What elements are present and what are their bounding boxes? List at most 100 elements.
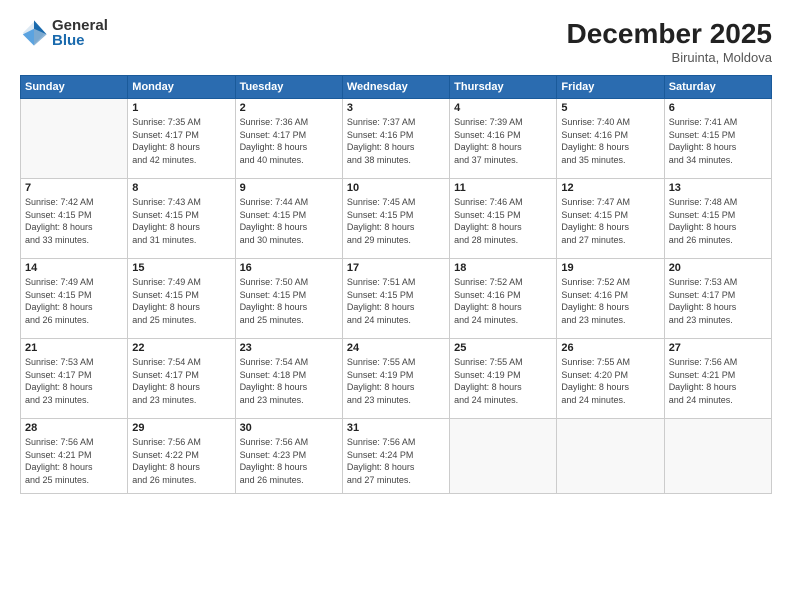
day-info: Sunrise: 7:56 AM Sunset: 4:23 PM Dayligh… <box>240 436 338 486</box>
day-number: 3 <box>347 102 445 114</box>
table-row <box>450 419 557 494</box>
table-row: 17 Sunrise: 7:51 AM Sunset: 4:15 PM Dayli… <box>342 259 449 339</box>
header-wednesday: Wednesday <box>342 76 449 99</box>
logo-general: General <box>52 18 108 33</box>
table-row: 3 Sunrise: 7:37 AM Sunset: 4:16 PM Daylig… <box>342 99 449 179</box>
header-friday: Friday <box>557 76 664 99</box>
day-number: 7 <box>25 182 123 194</box>
calendar-week-row: 1 Sunrise: 7:35 AM Sunset: 4:17 PM Daylig… <box>21 99 772 179</box>
day-number: 2 <box>240 102 338 114</box>
day-info: Sunrise: 7:42 AM Sunset: 4:15 PM Dayligh… <box>25 196 123 246</box>
day-info: Sunrise: 7:50 AM Sunset: 4:15 PM Dayligh… <box>240 276 338 326</box>
day-number: 24 <box>347 342 445 354</box>
table-row: 8 Sunrise: 7:43 AM Sunset: 4:15 PM Daylig… <box>128 179 235 259</box>
day-number: 6 <box>669 102 767 114</box>
day-info: Sunrise: 7:37 AM Sunset: 4:16 PM Dayligh… <box>347 116 445 166</box>
table-row: 26 Sunrise: 7:55 AM Sunset: 4:20 PM Dayli… <box>557 339 664 419</box>
day-number: 14 <box>25 262 123 274</box>
header-saturday: Saturday <box>664 76 771 99</box>
table-row: 22Sunrise: 7:54 AM Sunset: 4:17 PM Dayli… <box>128 339 235 419</box>
day-number: 1 <box>132 102 230 114</box>
logo: General Blue <box>20 18 108 48</box>
day-number: 21 <box>25 342 123 354</box>
calendar-week-row: 28Sunrise: 7:56 AM Sunset: 4:21 PM Dayli… <box>21 419 772 494</box>
day-info: Sunrise: 7:47 AM Sunset: 4:15 PM Dayligh… <box>561 196 659 246</box>
day-info: Sunrise: 7:35 AM Sunset: 4:17 PM Dayligh… <box>132 116 230 166</box>
day-info: Sunrise: 7:41 AM Sunset: 4:15 PM Dayligh… <box>669 116 767 166</box>
day-info: Sunrise: 7:53 AM Sunset: 4:17 PM Dayligh… <box>25 356 123 406</box>
day-info: Sunrise: 7:54 AM Sunset: 4:17 PM Dayligh… <box>132 356 230 406</box>
header-sunday: Sunday <box>21 76 128 99</box>
day-number: 5 <box>561 102 659 114</box>
table-row: 29Sunrise: 7:56 AM Sunset: 4:22 PM Dayli… <box>128 419 235 494</box>
day-info: Sunrise: 7:52 AM Sunset: 4:16 PM Dayligh… <box>561 276 659 326</box>
day-number: 20 <box>669 262 767 274</box>
header-thursday: Thursday <box>450 76 557 99</box>
table-row: 10 Sunrise: 7:45 AM Sunset: 4:15 PM Dayli… <box>342 179 449 259</box>
table-row: 25 Sunrise: 7:55 AM Sunset: 4:19 PM Dayli… <box>450 339 557 419</box>
table-row: 4Sunrise: 7:39 AM Sunset: 4:16 PM Daylig… <box>450 99 557 179</box>
day-info: Sunrise: 7:49 AM Sunset: 4:15 PM Dayligh… <box>25 276 123 326</box>
calendar-week-row: 7 Sunrise: 7:42 AM Sunset: 4:15 PM Daylig… <box>21 179 772 259</box>
header: General Blue December 2025 Biruinta, Mol… <box>20 18 772 65</box>
day-number: 19 <box>561 262 659 274</box>
day-info: Sunrise: 7:53 AM Sunset: 4:17 PM Dayligh… <box>669 276 767 326</box>
table-row: 19 Sunrise: 7:52 AM Sunset: 4:16 PM Dayli… <box>557 259 664 339</box>
table-row: 9 Sunrise: 7:44 AM Sunset: 4:15 PM Daylig… <box>235 179 342 259</box>
day-number: 30 <box>240 422 338 434</box>
day-number: 26 <box>561 342 659 354</box>
table-row: 21 Sunrise: 7:53 AM Sunset: 4:17 PM Dayli… <box>21 339 128 419</box>
day-number: 12 <box>561 182 659 194</box>
day-info: Sunrise: 7:48 AM Sunset: 4:15 PM Dayligh… <box>669 196 767 246</box>
logo-text: General Blue <box>52 18 108 48</box>
day-info: Sunrise: 7:45 AM Sunset: 4:15 PM Dayligh… <box>347 196 445 246</box>
day-number: 11 <box>454 182 552 194</box>
day-info: Sunrise: 7:40 AM Sunset: 4:16 PM Dayligh… <box>561 116 659 166</box>
day-number: 29 <box>132 422 230 434</box>
table-row: 16 Sunrise: 7:50 AM Sunset: 4:15 PM Dayli… <box>235 259 342 339</box>
table-row: 27Sunrise: 7:56 AM Sunset: 4:21 PM Dayli… <box>664 339 771 419</box>
day-info: Sunrise: 7:56 AM Sunset: 4:24 PM Dayligh… <box>347 436 445 486</box>
header-tuesday: Tuesday <box>235 76 342 99</box>
calendar: Sunday Monday Tuesday Wednesday Thursday… <box>20 75 772 494</box>
day-number: 10 <box>347 182 445 194</box>
logo-icon <box>20 19 48 47</box>
table-row: 11 Sunrise: 7:46 AM Sunset: 4:15 PM Dayli… <box>450 179 557 259</box>
day-number: 23 <box>240 342 338 354</box>
table-row: 15Sunrise: 7:49 AM Sunset: 4:15 PM Dayli… <box>128 259 235 339</box>
logo-blue: Blue <box>52 33 108 48</box>
table-row <box>557 419 664 494</box>
month-title: December 2025 <box>567 18 772 50</box>
table-row <box>664 419 771 494</box>
day-number: 28 <box>25 422 123 434</box>
day-number: 17 <box>347 262 445 274</box>
calendar-week-row: 14 Sunrise: 7:49 AM Sunset: 4:15 PM Dayli… <box>21 259 772 339</box>
table-row: 14 Sunrise: 7:49 AM Sunset: 4:15 PM Dayli… <box>21 259 128 339</box>
day-number: 9 <box>240 182 338 194</box>
title-block: December 2025 Biruinta, Moldova <box>567 18 772 65</box>
day-info: Sunrise: 7:54 AM Sunset: 4:18 PM Dayligh… <box>240 356 338 406</box>
day-info: Sunrise: 7:52 AM Sunset: 4:16 PM Dayligh… <box>454 276 552 326</box>
day-info: Sunrise: 7:46 AM Sunset: 4:15 PM Dayligh… <box>454 196 552 246</box>
table-row: 1 Sunrise: 7:35 AM Sunset: 4:17 PM Daylig… <box>128 99 235 179</box>
location: Biruinta, Moldova <box>567 50 772 65</box>
calendar-week-row: 21 Sunrise: 7:53 AM Sunset: 4:17 PM Dayli… <box>21 339 772 419</box>
day-number: 15 <box>132 262 230 274</box>
table-row <box>21 99 128 179</box>
table-row: 7 Sunrise: 7:42 AM Sunset: 4:15 PM Daylig… <box>21 179 128 259</box>
table-row: 23 Sunrise: 7:54 AM Sunset: 4:18 PM Dayli… <box>235 339 342 419</box>
day-info: Sunrise: 7:56 AM Sunset: 4:21 PM Dayligh… <box>669 356 767 406</box>
day-info: Sunrise: 7:51 AM Sunset: 4:15 PM Dayligh… <box>347 276 445 326</box>
day-number: 13 <box>669 182 767 194</box>
day-info: Sunrise: 7:39 AM Sunset: 4:16 PM Dayligh… <box>454 116 552 166</box>
day-info: Sunrise: 7:43 AM Sunset: 4:15 PM Dayligh… <box>132 196 230 246</box>
day-info: Sunrise: 7:55 AM Sunset: 4:19 PM Dayligh… <box>454 356 552 406</box>
table-row: 18Sunrise: 7:52 AM Sunset: 4:16 PM Dayli… <box>450 259 557 339</box>
day-number: 8 <box>132 182 230 194</box>
day-number: 16 <box>240 262 338 274</box>
day-info: Sunrise: 7:55 AM Sunset: 4:20 PM Dayligh… <box>561 356 659 406</box>
day-number: 25 <box>454 342 552 354</box>
calendar-header-row: Sunday Monday Tuesday Wednesday Thursday… <box>21 76 772 99</box>
page: General Blue December 2025 Biruinta, Mol… <box>0 0 792 612</box>
day-info: Sunrise: 7:44 AM Sunset: 4:15 PM Dayligh… <box>240 196 338 246</box>
